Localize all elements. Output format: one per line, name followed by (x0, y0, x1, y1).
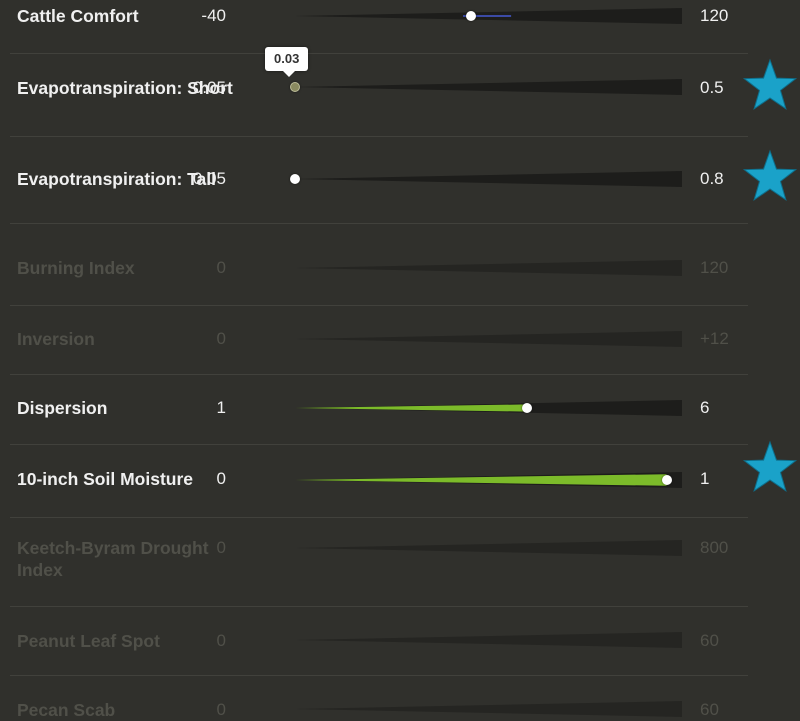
row-label: Pecan Scab (17, 700, 116, 720)
min-value: 1 (216, 398, 226, 417)
row-divider (10, 675, 748, 676)
slider-knob[interactable] (661, 475, 672, 485)
slider-wedge (295, 540, 682, 556)
slider-track-shape (295, 8, 682, 24)
range-slider-track[interactable] (290, 171, 682, 187)
range-slider-track[interactable] (295, 8, 682, 24)
slider-track-shape (295, 701, 682, 717)
min-value: -40 (201, 6, 226, 25)
range-slider-track[interactable] (295, 260, 682, 276)
slider-track-shape (295, 400, 682, 416)
slider-track-shape (295, 79, 682, 95)
row-label: Dispersion (17, 398, 108, 418)
slider-track-shape (295, 171, 682, 187)
value-tooltip: 0.03 (265, 47, 309, 77)
min-value: 0.05 (192, 169, 226, 188)
slider-track-shape (295, 331, 682, 347)
min-value: 0 (216, 700, 226, 719)
row-divider (10, 444, 748, 445)
row-divider (10, 606, 748, 607)
slider-fill (295, 474, 667, 486)
min-value: 0 (216, 258, 226, 277)
slider-knob[interactable] (290, 174, 300, 184)
index-slider-panel: Cattle Comfort -40 120 Evapotranspiration: … (0, 0, 800, 720)
max-value: 120 (700, 6, 729, 25)
range-slider-track[interactable] (295, 540, 682, 556)
favorite-star-icon[interactable] (742, 149, 798, 205)
slider-wedge (295, 701, 682, 717)
min-value: 0 (216, 631, 226, 650)
range-slider-track[interactable] (295, 632, 682, 648)
max-value: 800 (700, 538, 729, 557)
slider-track-shape (295, 472, 682, 488)
range-slider-track[interactable] (295, 472, 682, 488)
slider-wedge (295, 171, 682, 187)
max-value: 6 (700, 398, 710, 417)
slider-track-shape (295, 260, 682, 276)
slider-wedge (295, 331, 682, 347)
slider-knob[interactable] (290, 82, 300, 92)
max-value: 0.5 (700, 78, 724, 97)
row-label: Keetch-Byram Drought Index (17, 538, 209, 580)
slider-wedge (295, 79, 682, 95)
max-value: 120 (700, 258, 729, 277)
max-value: +12 (700, 329, 729, 348)
row-divider (10, 136, 748, 137)
slider-fill (295, 404, 528, 412)
max-value: 0.8 (700, 169, 724, 188)
row-label: Burning Index (17, 258, 135, 278)
favorite-star-icon[interactable] (742, 58, 798, 114)
row-divider (10, 305, 748, 306)
row-label: Inversion (17, 329, 95, 349)
slider-track-shape (295, 540, 682, 556)
range-slider-track[interactable] (295, 400, 682, 416)
row-label: 10-inch Soil Moisture (17, 469, 193, 489)
row-divider (10, 374, 748, 375)
min-value: 0.05 (192, 78, 226, 97)
max-value: 60 (700, 631, 719, 650)
slider-track-shape (295, 632, 682, 648)
max-value: 60 (700, 700, 719, 719)
range-slider-track[interactable] (290, 79, 682, 95)
row-label: Peanut Leaf Spot (17, 631, 160, 651)
range-slider-track[interactable] (295, 701, 682, 717)
slider-wedge (295, 260, 682, 276)
favorite-star-icon[interactable] (742, 440, 798, 496)
slider-wedge (295, 632, 682, 648)
row-divider (10, 223, 748, 224)
row-divider (10, 53, 748, 54)
range-slider-track[interactable] (295, 331, 682, 347)
row-divider (10, 517, 748, 518)
max-value: 1 (700, 469, 710, 488)
min-value: 0 (216, 329, 226, 348)
min-value: 0 (216, 469, 226, 488)
min-value: 0 (216, 538, 226, 557)
